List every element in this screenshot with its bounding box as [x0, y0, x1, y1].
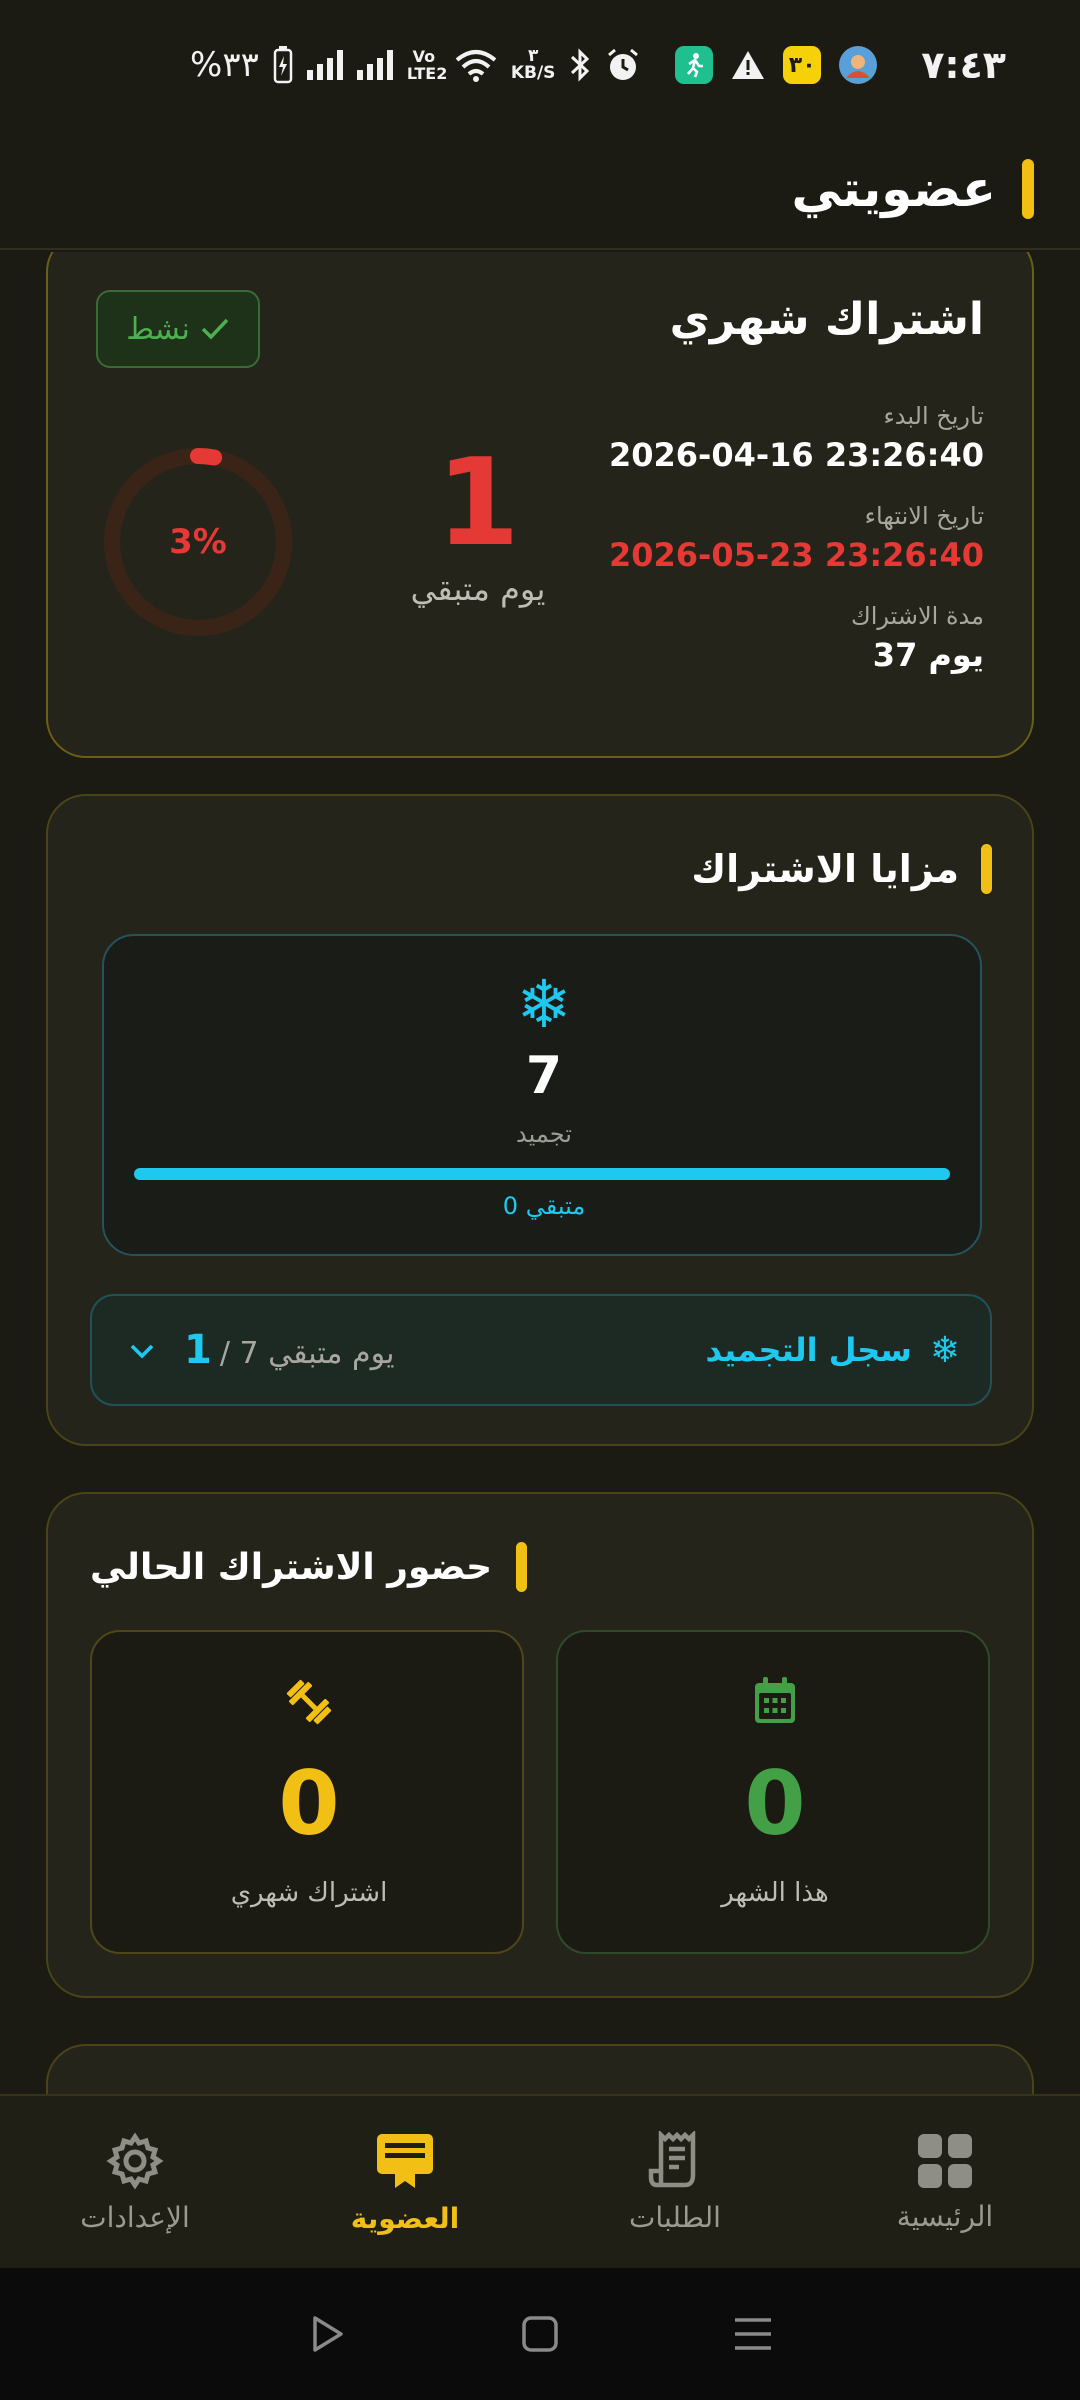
status-badge: نشط: [96, 290, 260, 368]
freeze-benefit-box: ❄ 7 تجميد متبقي 0: [102, 934, 982, 1256]
nav-membership[interactable]: العضوية: [270, 2096, 540, 2268]
freeze-log-title: سجل التجميد ❄: [705, 1330, 960, 1371]
subscription-attendance-label: اشتراك شهري: [230, 1878, 388, 1908]
battery-percent: %٣٣: [190, 45, 259, 85]
status-badge-label: نشط: [126, 311, 190, 347]
start-date-label: تاريخ البدء: [883, 402, 985, 430]
play-icon[interactable]: [307, 2314, 347, 2354]
grid-icon: [918, 2133, 972, 2188]
scroll-content[interactable]: نشط اشتراك شهري تاريخ البدء 2026-04-16 2…: [0, 252, 1080, 2094]
signal-icon: [306, 50, 343, 80]
net-speed-unit: KB/S: [510, 63, 556, 83]
duration-label: مدة الاشتراك: [850, 602, 984, 630]
subscription-title: اشتراك شهري: [669, 294, 984, 345]
freeze-log-label: سجل التجميد: [705, 1331, 912, 1369]
nav-orders[interactable]: الطلبات: [540, 2096, 810, 2268]
nav-settings[interactable]: الإعدادات: [0, 2096, 270, 2268]
freeze-progress-fill: [134, 1168, 950, 1180]
month-attendance-value: 0: [744, 1752, 806, 1855]
menu-icon[interactable]: [733, 2314, 773, 2354]
screen: %٣٣ Vo LTE2 ٣ KB/S ٣٠ ٧:٤٣ عضويتي نشط اش…: [0, 0, 1080, 2400]
warning-icon: [731, 49, 765, 81]
lte-indicator: Vo LTE2: [406, 47, 448, 83]
freeze-log-toggle[interactable]: 1 / 7 يوم متبقي سجل التجميد ❄: [90, 1294, 992, 1406]
attendance-card: حضور الاشتراك الحالي 0 اشتراك شهري 0 هذا…: [46, 1492, 1034, 1998]
month-attendance-label: هذا الشهر: [721, 1878, 829, 1908]
end-date-value: 2026-05-23 23:26:40: [608, 536, 984, 574]
freeze-log-count: 1 / 7 يوم متبقي: [184, 1327, 394, 1373]
month-attendance-box: 0 هذا الشهر: [556, 1630, 990, 1954]
subscription-attendance-box: 0 اشتراك شهري: [90, 1630, 524, 1954]
nav-settings-label: الإعدادات: [80, 2200, 190, 2234]
remaining-days-label: يوم متبقي: [410, 570, 546, 608]
title-accent: [1022, 159, 1034, 219]
freeze-log-summary: 1 / 7 يوم متبقي: [128, 1327, 705, 1373]
calendar-icon: [558, 1676, 992, 1730]
attendance-title: حضور الاشتراك الحالي: [90, 1542, 528, 1592]
wifi-icon: [455, 48, 497, 82]
freeze-progress-track: [134, 1168, 950, 1180]
status-bar: %٣٣ Vo LTE2 ٣ KB/S ٣٠ ٧:٤٣: [0, 0, 1080, 130]
yellow-app-icon: ٣٠: [783, 46, 822, 84]
subscription-card: نشط اشتراك شهري تاريخ البدء 2026-04-16 2…: [46, 252, 1034, 758]
avatar-app-icon: [839, 46, 878, 84]
freeze-label: تجميد: [516, 1120, 572, 1148]
freeze-count: 7: [525, 1046, 563, 1106]
end-date-block: تاريخ الانتهاء 2026-05-23 23:26:40: [609, 502, 984, 574]
membership-icon: [377, 2133, 433, 2188]
clock: ٧:٤٣: [921, 43, 1006, 87]
next-card-peek: [46, 2044, 1034, 2094]
benefits-title: مزايا الاشتراك: [691, 844, 992, 894]
nav-membership-label: العضوية: [350, 2201, 460, 2235]
progress-percent: 3%: [169, 522, 227, 562]
gear-icon: [106, 2131, 164, 2190]
nav-orders-label: الطلبات: [629, 2200, 721, 2234]
attendance-title-label: حضور الاشتراك الحالي: [90, 1546, 493, 1588]
check-icon: [201, 318, 229, 340]
battery-icon: [273, 46, 293, 84]
attendance-title-accent: [516, 1542, 528, 1592]
benefits-title-accent: [981, 844, 992, 894]
duration-block: مدة الاشتراك 37 يوم: [851, 602, 984, 674]
snowflake-icon: ❄: [516, 966, 572, 1043]
status-right: ٣٠ ٧:٤٣: [675, 43, 1006, 87]
progress-ring: 3%: [100, 444, 296, 640]
page-title: عضويتي: [791, 160, 996, 218]
nav-home-label: الرئيسية: [896, 2199, 994, 2233]
square-icon[interactable]: [520, 2314, 560, 2354]
end-date-label: تاريخ الانتهاء: [864, 502, 984, 530]
snowflake-small-icon: ❄: [929, 1329, 960, 1371]
signal-icon-2: [356, 50, 393, 80]
net-speed: ٣ KB/S: [511, 48, 556, 82]
status-left: %٣٣ Vo LTE2 ٣ KB/S: [190, 45, 675, 85]
start-date-value: 2026-04-16 23:26:40: [608, 436, 984, 474]
app-notification-icon: [675, 46, 714, 84]
system-nav-bar: [0, 2268, 1080, 2400]
freeze-log-used: 1: [184, 1327, 212, 1373]
freeze-log-total: / 7 يوم متبقي: [219, 1336, 395, 1371]
bottom-nav: الإعدادات العضوية الطلبات الرئيسية: [0, 2094, 1080, 2268]
chevron-down-icon[interactable]: [128, 1330, 156, 1370]
remaining-days-value: 1: [436, 434, 520, 573]
benefits-card: مزايا الاشتراك ❄ 7 تجميد متبقي 0 1 / 7 ي…: [46, 794, 1034, 1446]
receipt-icon: [648, 2130, 696, 2187]
nav-home[interactable]: الرئيسية: [810, 2096, 1080, 2268]
duration-value: 37 يوم: [872, 636, 984, 674]
start-date-block: تاريخ البدء 2026-04-16 23:26:40: [609, 402, 984, 474]
remaining-days-block: 1 يوم متبقي: [378, 434, 578, 609]
subscription-attendance-value: 0: [278, 1752, 340, 1855]
bluetooth-icon: [569, 47, 591, 83]
benefits-title-label: مزايا الاشتراك: [691, 847, 959, 891]
app-header: عضويتي: [0, 130, 1080, 250]
dumbbell-icon: [92, 1676, 526, 1732]
freeze-remaining: متبقي 0: [502, 1192, 586, 1220]
alarm-icon: [605, 47, 641, 83]
